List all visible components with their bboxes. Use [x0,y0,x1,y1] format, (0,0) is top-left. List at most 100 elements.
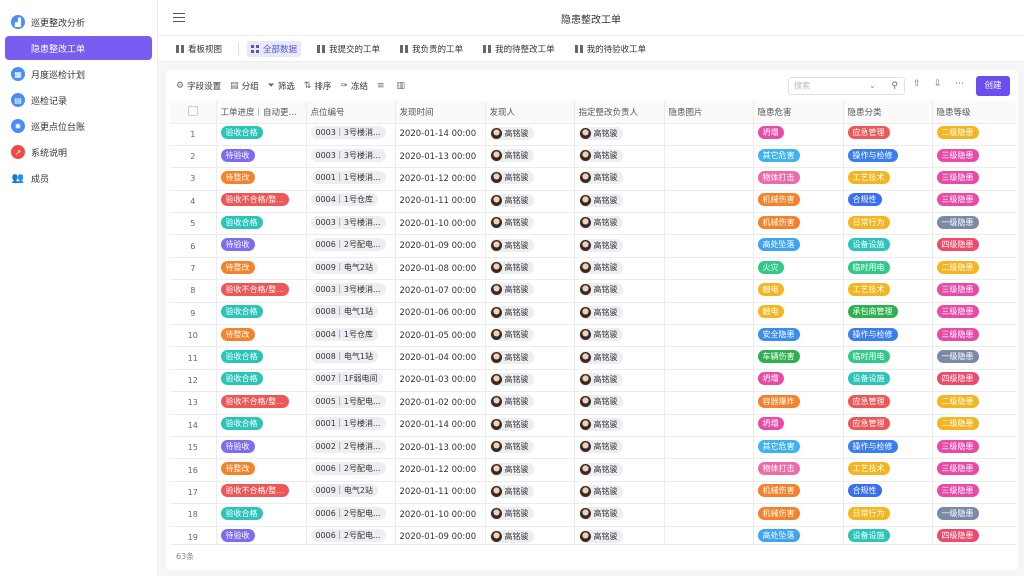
location-cell[interactable]: 0004｜1号仓库 [306,190,396,214]
status-cell[interactable]: 待整改 [216,324,307,348]
status-cell[interactable]: 待整改 [216,458,307,482]
hazard-cell[interactable]: 其它危害 [753,436,844,460]
finder-cell[interactable]: 高铭骏 [485,369,575,393]
hazard-cell[interactable]: 高处坠落 [753,234,844,258]
location-cell[interactable]: 0002｜2号楼消... [306,436,396,460]
level-cell[interactable]: 二级隐患 [932,391,1016,415]
location-cell[interactable]: 0001｜1号楼消... [306,167,396,191]
hazard-image-cell[interactable] [664,257,754,281]
table-row[interactable]: 17 验收不合格/整... 0009｜电气2站 2020-01-11 00:00 高铭骏… [170,481,1016,505]
finder-cell[interactable]: 高铭骏 [485,302,575,326]
level-cell[interactable]: 三级隐患 [932,481,1016,505]
category-cell[interactable]: 工艺技术 [843,167,933,191]
hazard-image-cell[interactable] [664,234,754,258]
category-cell[interactable]: 应急管理 [843,391,933,415]
hazard-cell[interactable]: 机械伤害 [753,481,844,505]
view-tab-3[interactable]: 我负责的工单 [396,41,467,57]
owner-cell[interactable]: 高铭骏 [574,346,665,370]
finder-cell[interactable]: 高铭骏 [485,503,575,527]
owner-cell[interactable]: 高铭骏 [574,212,665,236]
hazard-cell[interactable]: 物体打击 [753,167,844,191]
owner-cell[interactable]: 高铭骏 [574,145,665,169]
hazard-image-cell[interactable] [664,167,754,191]
download-icon[interactable]: ⇩ [934,79,942,89]
sidebar-item-6[interactable]: 👥 成员 [5,166,152,190]
column-header[interactable]: 工单进度｜自动更... [216,101,307,124]
hazard-image-cell[interactable] [664,346,754,370]
table-row[interactable]: 3 待整改 0001｜1号楼消... 2020-01-12 00:00 高铭骏 高铭骏 物体… [170,167,1016,191]
hazard-cell[interactable]: 坍塌 [753,123,844,146]
level-cell[interactable]: 三级隐患 [932,324,1016,348]
level-cell[interactable]: 一级隐患 [932,212,1016,236]
hazard-image-cell[interactable] [664,414,754,437]
hazard-cell[interactable]: 机械伤害 [753,212,844,236]
owner-cell[interactable]: 高铭骏 [574,526,665,544]
table-row[interactable]: 15 待验收 0002｜2号楼消... 2020-01-13 00:00 高铭骏 高铭骏 其… [170,436,1016,460]
status-cell[interactable]: 待验收 [216,234,307,258]
hazard-image-cell[interactable] [664,458,754,482]
hazard-image-cell[interactable] [664,279,754,303]
select-all-checkbox[interactable] [170,101,217,124]
location-cell[interactable]: 0009｜电气2站 [306,257,396,281]
category-cell[interactable]: 日常行为 [843,503,933,527]
status-cell[interactable]: 待验收 [216,145,307,169]
category-cell[interactable]: 设备设施 [843,234,933,258]
table-row[interactable]: 9 验收合格 0008｜电气1站 2020-01-06 00:00 高铭骏 高铭骏 触电 承包… [170,302,1016,326]
category-cell[interactable]: 应急管理 [843,123,933,146]
search-icon[interactable]: ⚲ [891,78,898,94]
table-row[interactable]: 14 验收合格 0001｜1号楼消... 2020-01-14 00:00 高铭骏 高铭骏… [170,414,1016,437]
status-cell[interactable]: 验收合格 [216,212,307,236]
filter-button[interactable]: ⏷ 筛选 [268,80,295,92]
hazard-image-cell[interactable] [664,503,754,527]
hazard-cell[interactable]: 机械伤害 [753,190,844,214]
column-header[interactable]: 隐患图片 [664,101,754,124]
category-cell[interactable]: 承包商管理 [843,302,933,326]
table-row[interactable]: 13 验收不合格/整... 0005｜1号配电... 2020-01-02 00:00… [170,391,1016,415]
location-cell[interactable]: 0005｜1号配电... [306,391,396,415]
table-row[interactable]: 7 待整改 0009｜电气2站 2020-01-08 00:00 高铭骏 高铭骏 火灾 临时用… [170,257,1016,281]
location-cell[interactable]: 0006｜2号配电... [306,458,396,482]
column-header[interactable]: 发现时间 [395,101,486,124]
hazard-image-cell[interactable] [664,481,754,505]
status-cell[interactable]: 待整改 [216,167,307,191]
hazard-cell[interactable]: 物体打击 [753,458,844,482]
location-cell[interactable]: 0008｜电气1站 [306,346,396,370]
status-cell[interactable]: 验收合格 [216,302,307,326]
finder-cell[interactable]: 高铭骏 [485,414,575,437]
location-cell[interactable]: 0003｜3号楼消... [306,123,396,146]
table-row[interactable]: 10 待整改 0004｜1号仓库 2020-01-05 00:00 高铭骏 高铭骏 安全隐患… [170,324,1016,348]
category-cell[interactable]: 工艺技术 [843,458,933,482]
hazard-cell[interactable]: 高处坠落 [753,526,844,544]
category-cell[interactable]: 合规性 [843,481,933,505]
column-header[interactable]: 指定整改负责人 [574,101,665,124]
hazard-image-cell[interactable] [664,369,754,393]
status-cell[interactable]: 验收不合格/整... [216,391,307,415]
location-cell[interactable]: 0003｜3号楼消... [306,145,396,169]
finder-cell[interactable]: 高铭骏 [485,324,575,348]
status-cell[interactable]: 验收不合格/整... [216,481,307,505]
row-height-button[interactable]: ≡ [377,81,388,91]
sidebar-item-2[interactable]: ▦ 月度巡检计划 [5,62,152,86]
more-icon[interactable]: ⋯ [955,79,964,89]
status-cell[interactable]: 待整改 [216,257,307,281]
sort-button[interactable]: ⇅ 排序 [304,80,332,92]
category-cell[interactable]: 工艺技术 [843,279,933,303]
column-header[interactable]: 点位编号 [306,101,396,124]
table-row[interactable]: 8 验收不合格/整... 0003｜3号楼消... 2020-01-07 00:00 高… [170,279,1016,303]
hazard-cell[interactable]: 触电 [753,279,844,303]
location-cell[interactable]: 0007｜1F弱电间 [306,369,396,393]
level-cell[interactable]: 二级隐患 [932,257,1016,281]
column-header[interactable]: 发现人 [485,101,575,124]
status-cell[interactable]: 验收不合格/整... [216,190,307,214]
finder-cell[interactable]: 高铭骏 [485,123,575,146]
table-row[interactable]: 2 待验收 0003｜3号楼消... 2020-01-13 00:00 高铭骏 高铭骏 其它… [170,145,1016,169]
location-cell[interactable]: 0006｜2号配电... [306,503,396,527]
category-cell[interactable]: 设备设施 [843,526,933,544]
finder-cell[interactable]: 高铭骏 [485,436,575,460]
owner-cell[interactable]: 高铭骏 [574,458,665,482]
sidebar-item-3[interactable]: ▤ 巡检记录 [5,88,152,112]
hazard-cell[interactable]: 坍塌 [753,369,844,393]
hazard-image-cell[interactable] [664,391,754,415]
finder-cell[interactable]: 高铭骏 [485,167,575,191]
hazard-cell[interactable]: 机械伤害 [753,503,844,527]
